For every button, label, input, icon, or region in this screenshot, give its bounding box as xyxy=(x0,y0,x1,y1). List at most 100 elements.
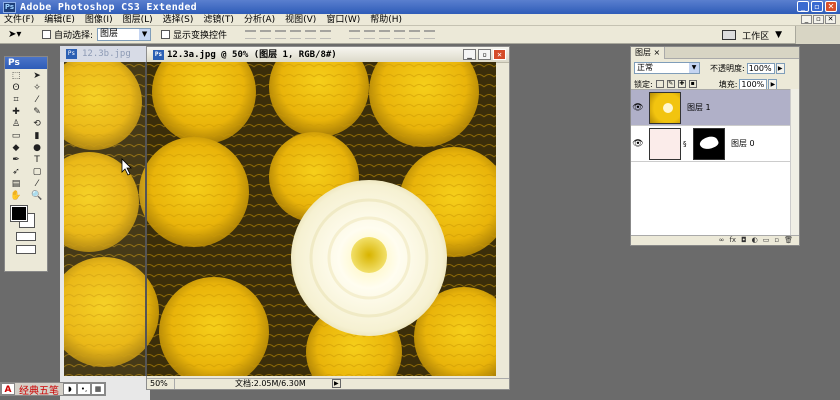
align-top-icon[interactable] xyxy=(245,30,257,39)
restore-button[interactable]: ▫ xyxy=(811,1,823,12)
layer-row[interactable]: 👁 图层 1 xyxy=(631,90,791,126)
align-hcenter-icon[interactable] xyxy=(305,30,317,39)
document-front-title-bar[interactable]: Ps 12.3a.jpg @ 50% (图层 1, RGB/8#) _ ▫ ✕ xyxy=(147,47,509,63)
distribute-vcenter-icon[interactable] xyxy=(364,30,376,39)
crop-tool-icon[interactable]: ⌗ xyxy=(6,95,26,106)
auto-select-checkbox[interactable] xyxy=(42,30,51,39)
doc-close-button[interactable]: ✕ xyxy=(493,49,506,60)
notes-tool-icon[interactable]: ▤ xyxy=(6,179,26,190)
distribute-top-icon[interactable] xyxy=(349,30,361,39)
zoom-field[interactable]: 50% xyxy=(147,379,175,389)
opacity-field[interactable]: 100% xyxy=(746,62,775,74)
eraser-tool-icon[interactable]: ▭ xyxy=(6,131,26,142)
layer-style-icon[interactable]: fx xyxy=(729,236,736,245)
menu-edit[interactable]: 编辑(E) xyxy=(39,14,80,26)
brush-tool-icon[interactable]: ✎ xyxy=(27,107,47,118)
chevron-down-icon: ▼ xyxy=(775,30,782,40)
healing-brush-tool-icon[interactable]: ✚ xyxy=(6,107,26,118)
layers-panel: 图层 × 正常 ▼ 不透明度: 100% ▶ 锁定: ✎ ✚ ▪ 填充: 100… xyxy=(630,46,800,246)
lock-all-icon[interactable]: ▪ xyxy=(688,80,697,88)
blend-mode-dropdown[interactable]: 正常 ▼ xyxy=(634,62,700,74)
doc-minimize-button[interactable]: _ xyxy=(463,49,476,60)
document-back-title-bar[interactable]: Ps 12.3b.jpg xyxy=(60,46,150,62)
half-width-icon[interactable]: ◗ xyxy=(63,383,77,395)
ime-mode-icon[interactable]: A xyxy=(1,383,15,395)
minimize-button[interactable]: _ xyxy=(797,1,809,12)
layer-mask-thumbnail xyxy=(693,127,725,160)
distribute-left-icon[interactable] xyxy=(394,30,406,39)
magic-wand-tool-icon[interactable]: ✧ xyxy=(27,83,47,94)
menu-filter[interactable]: 滤镜(T) xyxy=(198,14,239,26)
move-tool-icon[interactable]: ➤ xyxy=(27,71,47,82)
align-vcenter-icon[interactable] xyxy=(260,30,272,39)
screen-mode-button[interactable] xyxy=(16,245,36,254)
visibility-eye-icon[interactable]: 👁 xyxy=(631,103,645,113)
photoshop-logo-icon: Ps xyxy=(3,1,16,13)
status-menu-arrow-icon[interactable]: ▶ xyxy=(331,379,341,388)
layer-name: 图层 1 xyxy=(687,103,711,112)
gradient-tool-icon[interactable]: ▮ xyxy=(27,131,47,142)
layer-row[interactable]: 👁 § 图层 0 xyxy=(631,126,791,162)
menu-select[interactable]: 选择(S) xyxy=(158,14,199,26)
close-button[interactable]: ✕ xyxy=(825,1,837,12)
lock-position-icon[interactable]: ✚ xyxy=(677,80,686,88)
distribute-right-icon[interactable] xyxy=(424,30,436,39)
blur-tool-icon[interactable]: ◆ xyxy=(6,143,26,154)
eyedropper-tool-icon[interactable]: ⁄ xyxy=(27,179,47,190)
doc-restore-button[interactable]: ▫ xyxy=(478,49,491,60)
menu-window[interactable]: 窗口(W) xyxy=(321,14,365,26)
align-right-icon[interactable] xyxy=(320,30,332,39)
lock-pixels-icon[interactable]: ✎ xyxy=(666,80,675,88)
mdi-close-button[interactable]: ✕ xyxy=(825,15,836,24)
distribute-hcenter-icon[interactable] xyxy=(409,30,421,39)
dodge-tool-icon[interactable]: ● xyxy=(27,143,47,154)
align-left-icon[interactable] xyxy=(290,30,302,39)
menu-layer[interactable]: 图层(L) xyxy=(118,14,158,26)
type-tool-icon[interactable]: T xyxy=(27,155,47,166)
fill-slider-arrow-icon[interactable]: ▶ xyxy=(768,78,778,90)
marquee-tool-icon[interactable]: ⬚ xyxy=(6,71,26,82)
workspace-button[interactable]: 工作区 ▼ xyxy=(722,28,782,42)
history-brush-tool-icon[interactable]: ⟲ xyxy=(27,119,47,130)
menu-image[interactable]: 图像(I) xyxy=(80,14,118,26)
fill-field[interactable]: 100% xyxy=(739,78,768,90)
layers-scrollbar[interactable] xyxy=(790,89,799,237)
quick-mask-button[interactable] xyxy=(16,232,36,241)
shape-tool-icon[interactable]: ▢ xyxy=(27,167,47,178)
soft-keyboard-icon[interactable]: ▦ xyxy=(91,383,105,395)
app-title: Adobe Photoshop CS3 Extended xyxy=(20,1,197,13)
menu-file[interactable]: 文件(F) xyxy=(0,14,39,26)
auto-select-dropdown[interactable]: 图层 ▼ xyxy=(97,28,152,41)
add-mask-icon[interactable]: ◘ xyxy=(741,236,747,245)
distribute-bottom-icon[interactable] xyxy=(379,30,391,39)
zoom-tool-icon[interactable]: 🔍 xyxy=(27,191,47,202)
menu-analysis[interactable]: 分析(A) xyxy=(239,14,280,26)
clone-stamp-tool-icon[interactable]: ♙ xyxy=(6,119,26,130)
slice-tool-icon[interactable]: ⁄ xyxy=(27,95,47,106)
delete-layer-icon[interactable]: 🗑 xyxy=(784,236,793,245)
pen-tool-icon[interactable]: ✒ xyxy=(6,155,26,166)
menu-help[interactable]: 帮助(H) xyxy=(365,14,407,26)
menu-view[interactable]: 视图(V) xyxy=(280,14,321,26)
punctuation-icon[interactable]: •, xyxy=(77,383,91,395)
new-layer-icon[interactable]: ▫ xyxy=(774,236,779,245)
opacity-slider-arrow-icon[interactable]: ▶ xyxy=(775,62,785,74)
link-layers-icon[interactable]: ∞ xyxy=(719,236,725,245)
foreground-color-swatch[interactable] xyxy=(10,205,28,222)
align-bottom-icon[interactable] xyxy=(275,30,287,39)
mdi-minimize-button[interactable]: _ xyxy=(801,15,812,24)
canvas-area[interactable] xyxy=(64,62,496,376)
visibility-eye-icon[interactable]: 👁 xyxy=(631,139,645,149)
adjustment-layer-icon[interactable]: ◐ xyxy=(752,236,758,245)
mask-link-icon[interactable]: § xyxy=(683,140,689,148)
tab-layers[interactable]: 图层 × xyxy=(631,47,666,59)
lock-transparency-icon[interactable] xyxy=(655,80,664,88)
new-group-icon[interactable]: ▭ xyxy=(763,236,770,245)
show-transform-checkbox[interactable] xyxy=(161,30,171,39)
mdi-restore-button[interactable]: ▫ xyxy=(813,15,824,24)
path-selection-tool-icon[interactable]: ➶ xyxy=(6,167,26,178)
ime-name[interactable]: 经典五笔 xyxy=(15,382,63,397)
hand-tool-icon[interactable]: ✋ xyxy=(6,191,26,202)
lasso-tool-icon[interactable]: ʘ xyxy=(6,83,26,94)
move-tool-preset-icon[interactable]: ➤▾ xyxy=(8,28,32,42)
